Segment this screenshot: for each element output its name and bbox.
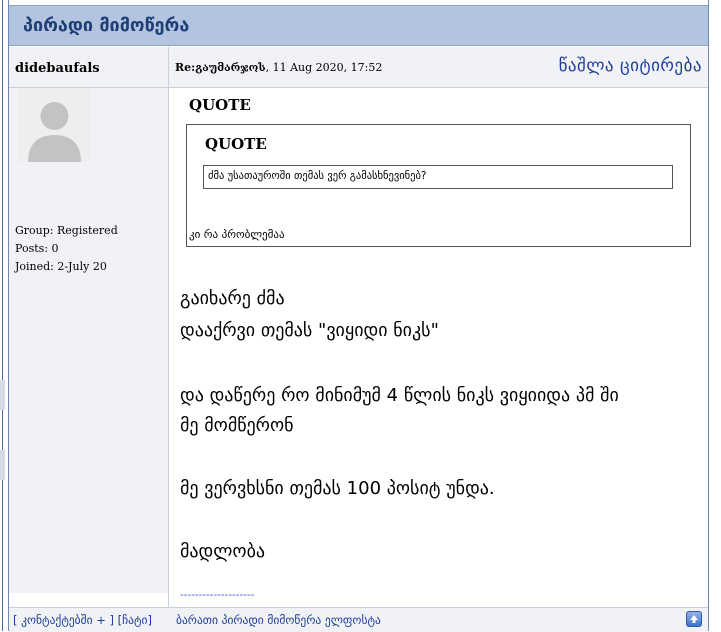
- arrow-up-icon: [690, 615, 698, 623]
- left-rail-mark: [0, 450, 5, 480]
- delete-quote-buttons[interactable]: წაშლა ციტირება: [559, 56, 702, 76]
- message-line: მადლობა: [180, 541, 266, 562]
- outer-quote-label: QUOTE: [189, 96, 251, 114]
- signature-divider: --------------------: [180, 588, 255, 601]
- avatar-placeholder-icon: [18, 88, 91, 162]
- profile-pm-email-links[interactable]: ბარათი პირადი მიმოწერა ელფოსტა: [176, 613, 381, 627]
- left-rail: [0, 0, 8, 631]
- post-meta-prefix: Re:: [175, 61, 196, 74]
- topic-title-bar: პირადი მიმოწერა: [9, 6, 708, 46]
- inner-quote-text: ძმა უსათაუროში თემას ვერ გამასხნევინებ?: [208, 170, 427, 182]
- message-line: მე მომწერონ: [180, 415, 294, 436]
- forum-page: პირადი მიმოწერა didebaufals Re:გაუმარჯოს…: [0, 0, 721, 632]
- user-posts: Posts: 0: [15, 242, 59, 255]
- post-table: პირადი მიმოწერა didebaufals Re:გაუმარჯოს…: [8, 0, 709, 632]
- message-line: და დაწერე რო მინიმუმ 4 წლის ნიკს ვიყიიდა…: [180, 385, 619, 406]
- avatar: [18, 88, 91, 162]
- message-line: გაიხარე ძმა: [180, 288, 285, 309]
- post-subject: გაუმარჯოს: [195, 61, 266, 74]
- message-line: მე ვერვხსნი თემას 100 პოსიტ უნდა.: [180, 478, 495, 499]
- user-joined: Joined: 2-July 20: [15, 260, 107, 273]
- author-name[interactable]: didebaufals: [15, 61, 100, 76]
- user-info: Group: Registered Posts: 0 Joined: 2-Jul…: [15, 222, 118, 276]
- inner-quote-label: QUOTE: [205, 135, 267, 153]
- post-footer: [ კონტაქტებში + ] [ჩატი] ბარათი პირადი მ…: [9, 607, 708, 632]
- author-column: Group: Registered Posts: 0 Joined: 2-Jul…: [9, 88, 168, 593]
- inner-quote-box: ძმა უსათაუროში თემას ვერ გამასხნევინებ?: [203, 165, 673, 189]
- outer-quote-box: QUOTE ძმა უსათაუროში თემას ვერ გამასხნევ…: [186, 124, 691, 247]
- scroll-to-top-button[interactable]: [686, 611, 702, 627]
- post-body: QUOTE QUOTE ძმა უსათაუროში თემას ვერ გამ…: [169, 88, 708, 601]
- post-date: , 11 Aug 2020, 17:52: [265, 61, 383, 74]
- outer-quote-reply: კი რა პრობლემაა: [189, 228, 285, 241]
- message-line: დააქრვი თემას "ვიყიდი ნიკს": [180, 320, 439, 341]
- user-group: Group: Registered: [15, 224, 118, 237]
- right-margin: [709, 0, 721, 631]
- topic-title: პირადი მიმოწერა: [23, 15, 190, 36]
- post-meta: Re:გაუმარჯოს, 11 Aug 2020, 17:52: [175, 61, 382, 74]
- post-header-row: didebaufals Re:გაუმარჯოს, 11 Aug 2020, 1…: [9, 47, 708, 88]
- left-rail-mark: [0, 380, 5, 410]
- contacts-chat-links[interactable]: [ კონტაქტებში + ] [ჩატი]: [13, 613, 152, 627]
- left-rail-line: [2, 0, 3, 631]
